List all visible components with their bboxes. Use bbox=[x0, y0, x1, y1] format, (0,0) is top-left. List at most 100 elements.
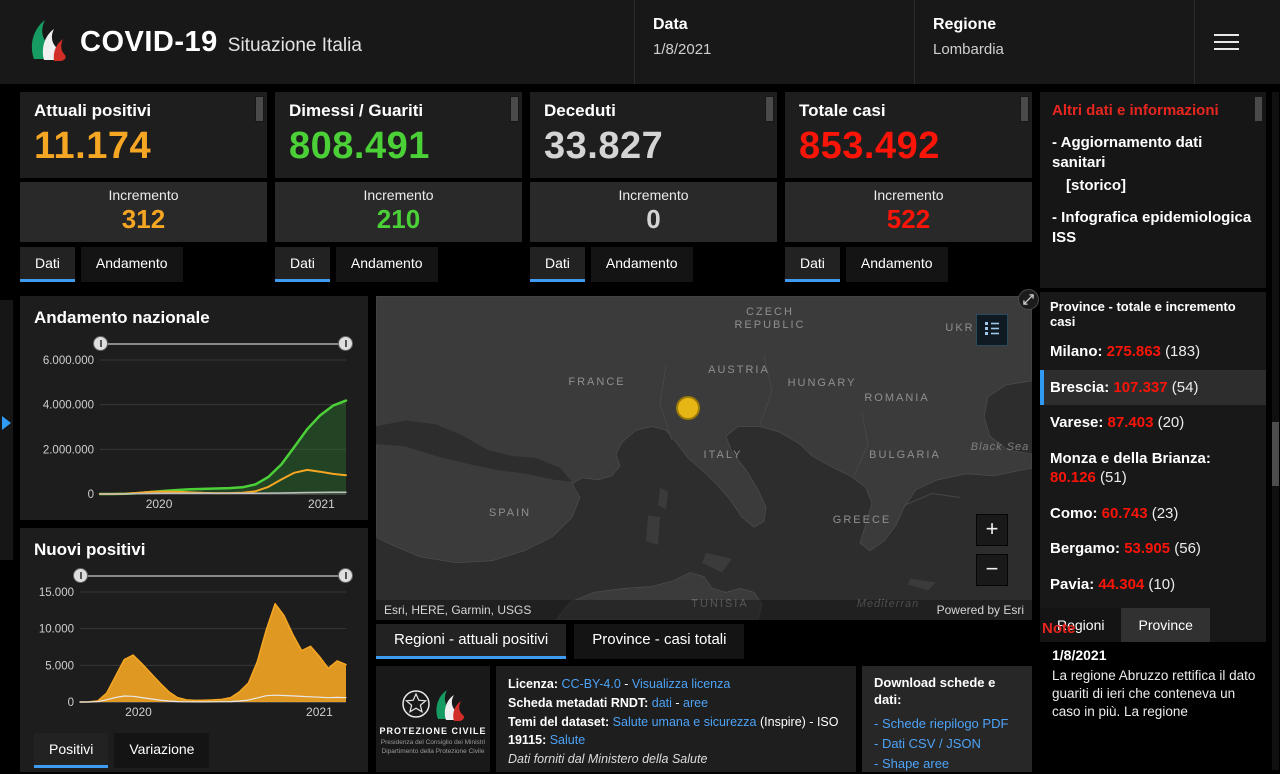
province-row[interactable]: Varese: 87.403 (20) bbox=[1040, 405, 1266, 441]
chart-title: Andamento nazionale bbox=[34, 308, 210, 327]
country-label: AUSTRIA bbox=[708, 364, 770, 376]
svg-text:5.000: 5.000 bbox=[45, 660, 74, 672]
time-slider[interactable] bbox=[73, 568, 353, 583]
nuovi-positivi-chart[interactable]: 0 5.000 10.000 15.000 2020 2021 bbox=[34, 586, 354, 720]
org-name: PROTEZIONE CIVILE bbox=[379, 725, 487, 736]
province-total: 87.403 bbox=[1107, 414, 1158, 431]
info-title: Altri dati e informazioni bbox=[1052, 102, 1219, 119]
province-increment: (54) bbox=[1171, 378, 1199, 396]
zoom-out-button[interactable]: − bbox=[976, 554, 1008, 586]
chart-tabs: Positivi Variazione bbox=[34, 733, 354, 768]
footer-link[interactable]: dati bbox=[652, 696, 672, 710]
tab-andamento[interactable]: Andamento bbox=[845, 246, 948, 282]
footer-link[interactable]: Visualizza licenza bbox=[632, 677, 730, 691]
tab-dati[interactable]: Dati bbox=[20, 246, 75, 282]
tab-andamento[interactable]: Andamento bbox=[80, 246, 183, 282]
expand-icon bbox=[1023, 294, 1034, 305]
footer-link[interactable]: aree bbox=[683, 696, 708, 710]
page-subtitle: Situazione Italia bbox=[227, 34, 362, 56]
expand-map-button[interactable] bbox=[1018, 289, 1039, 310]
country-label: HUNGARY bbox=[787, 377, 857, 389]
svg-text:10.000: 10.000 bbox=[39, 624, 74, 636]
app-logo-icon bbox=[26, 17, 66, 68]
scrollbar-thumb[interactable] bbox=[1272, 422, 1279, 486]
info-links: - Aggiornamento dati sanitari [storico] - … bbox=[1052, 133, 1254, 248]
stat-card: Attuali positivi 11.174 Incremento 312 D… bbox=[20, 92, 267, 282]
province-panel: Province - totale e incremento casi Mila… bbox=[1040, 292, 1266, 642]
slider-handle-left[interactable] bbox=[73, 568, 88, 583]
info-link[interactable]: - Aggiornamento dati sanitari bbox=[1052, 133, 1254, 174]
slider-handle-right[interactable] bbox=[338, 336, 353, 351]
province-total: 60.743 bbox=[1101, 504, 1152, 522]
stat-card: Dimessi / Guariti 808.491 Incremento 210… bbox=[275, 92, 522, 282]
province-name: Monza e della Brianza: bbox=[1050, 449, 1211, 467]
svg-text:6.000.000: 6.000.000 bbox=[43, 355, 94, 367]
download-link[interactable]: - Dati CSV / JSON bbox=[874, 734, 1020, 754]
region-marker[interactable] bbox=[676, 396, 700, 420]
province-row[interactable]: Milano: 275.863 (183) bbox=[1040, 334, 1266, 370]
tab-positivi[interactable]: Positivi bbox=[34, 733, 109, 768]
download-link[interactable]: - Schede riepilogo PDF bbox=[874, 714, 1020, 734]
menu-icon[interactable] bbox=[1194, 0, 1257, 84]
legend-button[interactable] bbox=[976, 314, 1008, 346]
svg-text:15.000: 15.000 bbox=[39, 587, 74, 599]
tab-dati[interactable]: Dati bbox=[530, 246, 585, 282]
covid-dashboard: COVID-19 Situazione Italia Data 1/8/2021… bbox=[0, 0, 1280, 772]
region-label: Regione bbox=[933, 16, 997, 33]
license-lines: Licenza: CC-BY-4.0 - Visualizza licenza S… bbox=[496, 666, 856, 772]
province-increment: (10) bbox=[1148, 575, 1176, 593]
info-scrollbar[interactable] bbox=[1254, 96, 1263, 122]
tab-andamento[interactable]: Andamento bbox=[335, 246, 438, 282]
expand-panel-arrow-icon[interactable] bbox=[2, 416, 11, 430]
stat-card-title: Dimessi / Guariti bbox=[289, 101, 424, 120]
panel-nuovi-positivi: Nuovi positivi 0 5.000 10.000 15.000 2020 202… bbox=[20, 528, 368, 772]
province-row[interactable]: Brescia: 107.337 (54) bbox=[1040, 369, 1266, 405]
info-link[interactable]: [storico] bbox=[1052, 176, 1254, 196]
footer-link[interactable]: CC-BY-4.0 bbox=[562, 677, 621, 691]
slider-handle-right[interactable] bbox=[338, 568, 353, 583]
zoom-in-button[interactable]: + bbox=[976, 514, 1008, 546]
footer-link[interactable]: Salute bbox=[550, 733, 585, 747]
info-link[interactable]: - Infografica epidemiologica ISS bbox=[1052, 208, 1254, 249]
map-tab-0[interactable]: Regioni - attuali positivi bbox=[376, 624, 567, 659]
tab-variazione[interactable]: Variazione bbox=[114, 733, 210, 768]
slider-handle-left[interactable] bbox=[93, 336, 108, 351]
svg-text:0: 0 bbox=[68, 697, 74, 709]
svg-text:2020: 2020 bbox=[146, 497, 173, 511]
map[interactable]: CZECH REPUBLIC UKR AUSTRIA HUNGARY FRANCE ROMA… bbox=[376, 296, 1032, 620]
emblem-icon bbox=[402, 689, 464, 721]
download-link[interactable]: - Shape aree bbox=[874, 754, 1020, 774]
footer-link[interactable]: Salute umana e sicurezza bbox=[613, 715, 757, 729]
province-total: 275.863 bbox=[1106, 343, 1166, 360]
panel-collapse-strip[interactable] bbox=[0, 300, 13, 560]
time-slider[interactable] bbox=[93, 336, 353, 351]
slider-track bbox=[100, 343, 346, 345]
map-tab-1[interactable]: Province - casi totali bbox=[574, 624, 745, 659]
card-scrollbar[interactable] bbox=[255, 96, 264, 122]
footer: PROTEZIONE CIVILE Presidenza del Consigl… bbox=[376, 666, 1032, 772]
legend-icon bbox=[983, 319, 1001, 342]
increment-value: 522 bbox=[886, 203, 931, 234]
province-row[interactable]: Bergamo: 53.905 (56) bbox=[1040, 531, 1266, 567]
download-title: Download schede e dati: bbox=[874, 675, 996, 707]
province-increment: (183) bbox=[1165, 343, 1201, 360]
right-scrollbar[interactable] bbox=[1272, 92, 1279, 770]
page-title: COVID-19 bbox=[80, 25, 218, 58]
tab-dati[interactable]: Dati bbox=[785, 246, 840, 282]
province-row[interactable]: Como: 60.743 (23) bbox=[1040, 496, 1266, 532]
date-value: 1/8/2021 bbox=[653, 41, 712, 58]
province-row[interactable]: Monza e della Brianza: 80.126 (51) bbox=[1040, 441, 1266, 496]
province-total: 44.304 bbox=[1098, 575, 1149, 593]
tab-andamento[interactable]: Andamento bbox=[590, 246, 693, 282]
country-label: CZECH bbox=[746, 306, 794, 318]
card-scrollbar[interactable] bbox=[1020, 96, 1029, 122]
card-scrollbar[interactable] bbox=[765, 96, 774, 122]
province-row[interactable]: Pavia: 44.304 (10) bbox=[1040, 567, 1266, 603]
stat-card-value: 33.827 bbox=[544, 125, 664, 167]
card-scrollbar[interactable] bbox=[510, 96, 519, 122]
tab-dati[interactable]: Dati bbox=[275, 246, 330, 282]
chart-title: Nuovi positivi bbox=[34, 540, 146, 559]
stat-card-tabs: Dati Andamento bbox=[275, 246, 522, 282]
stat-card-value: 853.492 bbox=[799, 125, 940, 167]
andamento-nazionale-chart[interactable]: 0 2.000.000 4.000.000 6.000.000 2020 2021 bbox=[34, 354, 354, 512]
